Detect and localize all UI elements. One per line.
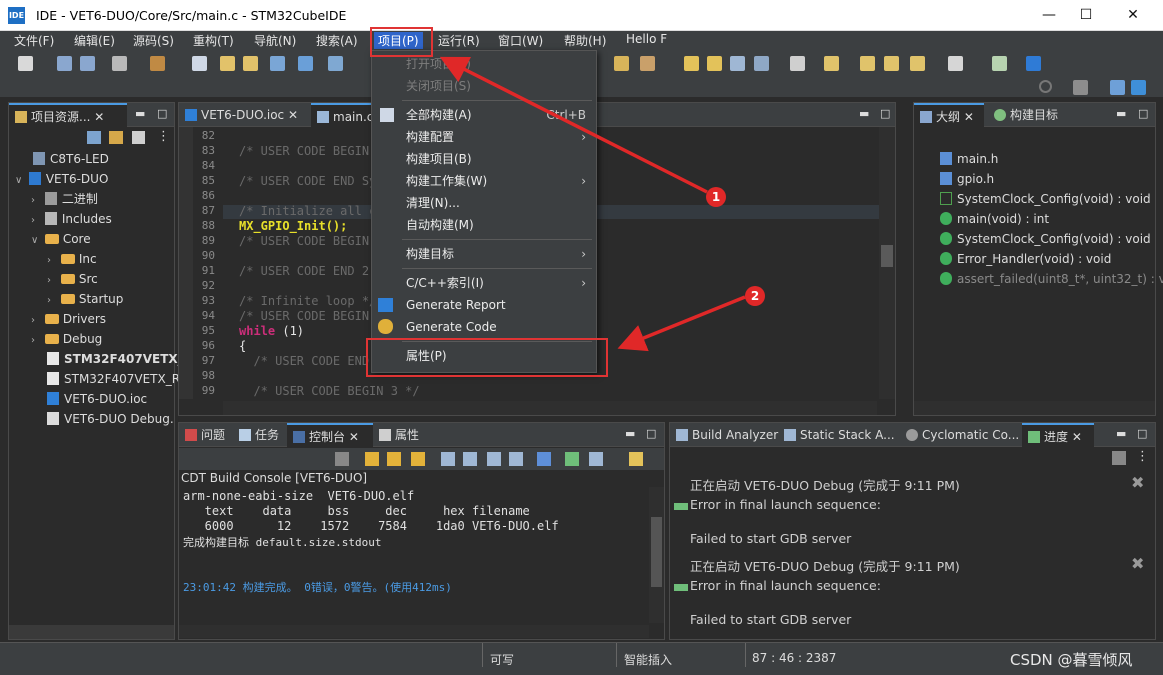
annotation-arrows: [439, 56, 746, 352]
callout-badge: 2: [745, 286, 765, 306]
arrow-to-project-menu: [439, 56, 708, 194]
arrow-to-properties: [617, 295, 746, 352]
callout-badge: 1: [706, 187, 726, 207]
